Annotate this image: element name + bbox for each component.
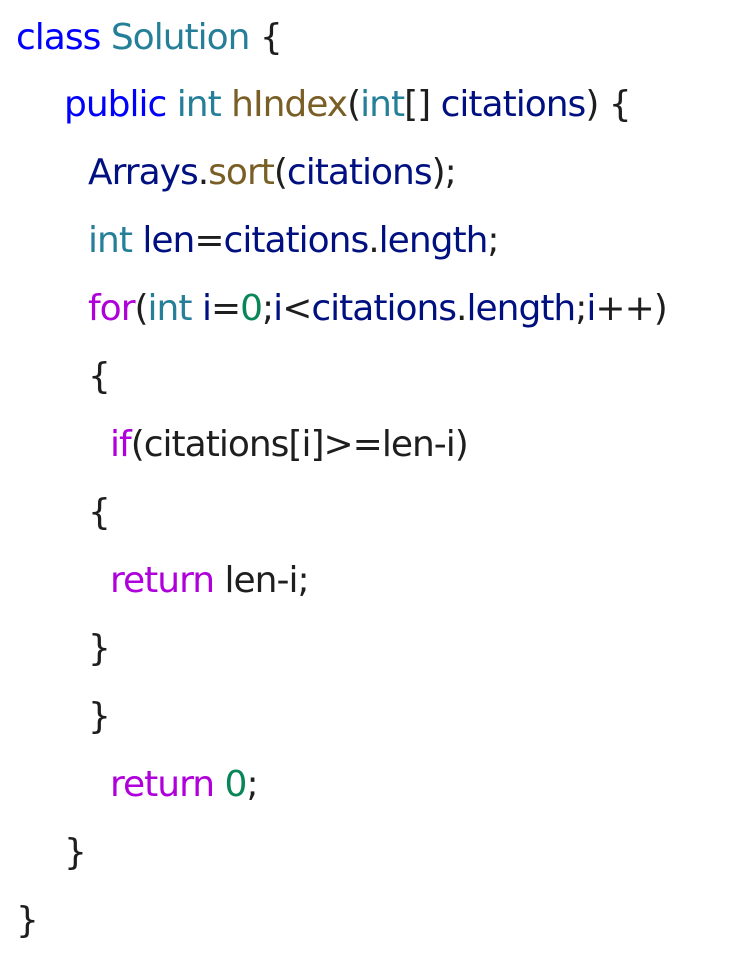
code-line: } bbox=[88, 683, 111, 751]
code-token: [] bbox=[404, 84, 441, 125]
code-token: length bbox=[466, 288, 577, 329]
code-line: { bbox=[88, 343, 111, 411]
code-token: } bbox=[88, 628, 111, 669]
code-token: citations bbox=[311, 288, 457, 329]
code-token: } bbox=[64, 832, 87, 873]
code-token: citations bbox=[286, 152, 433, 193]
code-line: return len-i; bbox=[110, 547, 310, 615]
code-token: i bbox=[201, 288, 212, 329]
code-token: len bbox=[142, 220, 195, 261]
code-line: Arrays.sort(citations); bbox=[88, 139, 457, 207]
code-token: { bbox=[88, 492, 111, 533]
code-token: { bbox=[88, 356, 111, 397]
code-line: } bbox=[16, 887, 39, 955]
code-token: if bbox=[110, 424, 132, 465]
code-token: int bbox=[147, 288, 193, 329]
code-token: len-i; bbox=[214, 560, 310, 601]
code-token: int bbox=[176, 84, 222, 125]
code-token: citations bbox=[223, 220, 370, 261]
code-token: for bbox=[88, 288, 135, 329]
code-token: ); bbox=[431, 152, 457, 193]
code-token: ++) bbox=[595, 288, 667, 329]
code-line: } bbox=[64, 819, 87, 887]
code-token: 0 bbox=[240, 288, 263, 329]
code-token: ( bbox=[134, 288, 149, 329]
code-token: 0 bbox=[224, 764, 248, 805]
code-token: class bbox=[16, 17, 101, 58]
code-line: for(int i=0;i<citations.length;i++) bbox=[88, 275, 668, 343]
code-token: ) { bbox=[585, 84, 631, 125]
code-token: Arrays bbox=[88, 152, 199, 193]
code-token: int bbox=[360, 84, 405, 125]
code-token: ( bbox=[273, 152, 288, 193]
code-line: public int hIndex(int[] citations) { bbox=[64, 71, 632, 139]
code-line: } bbox=[88, 615, 111, 683]
code-token: ; bbox=[246, 764, 258, 805]
code-line: return 0; bbox=[110, 751, 259, 819]
code-token: hIndex bbox=[231, 84, 348, 125]
code-token: . bbox=[456, 288, 467, 329]
code-token: citations bbox=[440, 84, 587, 125]
code-line: { bbox=[88, 479, 111, 547]
code-token: . bbox=[197, 152, 209, 193]
code-token: ; bbox=[487, 220, 499, 261]
code-block: class Solution { public int hIndex(int[]… bbox=[0, 0, 746, 956]
code-token: public bbox=[64, 84, 167, 125]
code-token: int bbox=[88, 220, 133, 261]
code-token: . bbox=[368, 220, 379, 261]
code-token: ( bbox=[347, 84, 361, 125]
code-line: int len=citations.length; bbox=[88, 207, 500, 275]
code-token: = bbox=[210, 288, 241, 329]
code-line: class Solution { bbox=[16, 4, 283, 72]
code-token: return bbox=[110, 764, 215, 805]
code-token: } bbox=[16, 900, 39, 941]
code-token: = bbox=[194, 220, 224, 261]
code-token: Solution bbox=[110, 17, 251, 58]
code-token: (citations[i]>=len-i) bbox=[130, 424, 469, 465]
code-token: i bbox=[273, 288, 283, 329]
code-line: if(citations[i]>=len-i) bbox=[110, 411, 469, 479]
code-token: < bbox=[282, 288, 312, 329]
code-token: sort bbox=[208, 152, 275, 193]
code-token: ; bbox=[262, 288, 274, 329]
code-token: ; bbox=[575, 288, 587, 329]
code-token: return bbox=[110, 560, 215, 601]
code-token: length bbox=[378, 220, 489, 261]
code-token: { bbox=[249, 17, 283, 58]
code-token: } bbox=[88, 696, 111, 737]
